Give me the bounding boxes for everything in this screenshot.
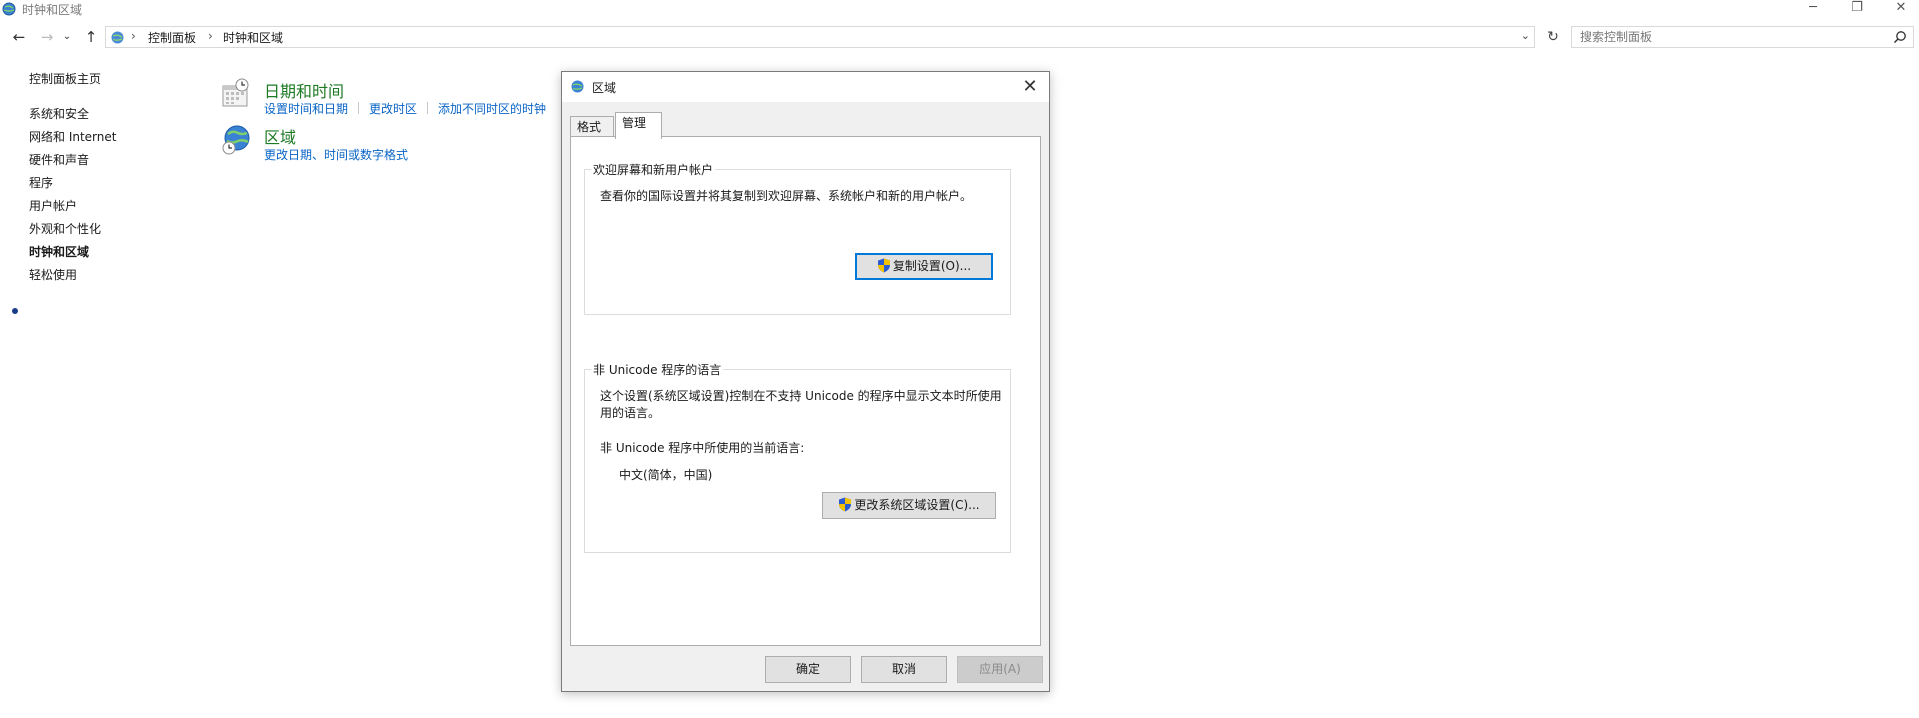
recent-locations-button[interactable]: ⌄: [60, 27, 74, 47]
refresh-button[interactable]: ↻: [1543, 27, 1563, 47]
link-change-formats[interactable]: 更改日期、时间或数字格式: [264, 148, 408, 162]
dialog-title-bar: 区域 ✕: [562, 72, 1049, 102]
globe-icon: [571, 80, 584, 93]
apply-button[interactable]: 应用(A): [957, 656, 1043, 683]
change-system-locale-label: 更改系统区域设置(C)...: [854, 498, 980, 512]
nav-item-programs[interactable]: 程序: [29, 174, 53, 191]
tab-formats[interactable]: 格式: [570, 116, 614, 137]
current-language-label: 非 Unicode 程序中所使用的当前语言:: [600, 441, 805, 455]
uac-shield-icon: [839, 497, 852, 512]
link-add-clocks[interactable]: 添加不同时区的时钟: [438, 102, 546, 116]
group-title-welcome: 欢迎屏幕和新用户帐户: [591, 161, 716, 178]
breadcrumb-control-panel[interactable]: 控制面板: [148, 29, 196, 46]
welcome-description: 查看你的国际设置并将其复制到欢迎屏幕、系统帐户和新的用户帐户。: [600, 189, 973, 203]
chevron-down-icon[interactable]: ⌄: [1521, 29, 1530, 42]
tab-panel-administrative: 欢迎屏幕和新用户帐户 查看你的国际设置并将其复制到欢迎屏幕、系统帐户和新的用户帐…: [570, 136, 1041, 646]
group-title-non-unicode: 非 Unicode 程序的语言: [591, 361, 724, 378]
back-button[interactable]: ←: [8, 27, 30, 47]
category-links: 更改日期、时间或数字格式: [264, 146, 408, 163]
link-divider: [358, 102, 360, 114]
current-item-bullet: [12, 308, 18, 314]
non-unicode-group: 非 Unicode 程序的语言 这个设置(系统区域设置)控制在不支持 Unico…: [584, 361, 1011, 553]
copy-settings-button[interactable]: 复制设置(O)...: [855, 253, 993, 280]
control-panel-home-link[interactable]: 控制面板主页: [29, 70, 101, 87]
maximize-button[interactable]: ❐: [1834, 0, 1880, 18]
clock-globe-icon: [2, 2, 16, 16]
dialog-close-button[interactable]: ✕: [1017, 74, 1043, 100]
non-unicode-description-line2: 用的语言。: [600, 406, 661, 420]
forward-button[interactable]: →: [36, 27, 58, 47]
link-divider: [427, 102, 429, 114]
ok-button[interactable]: 确定: [765, 656, 851, 683]
breadcrumb-clock-region[interactable]: 时钟和区域: [223, 29, 283, 46]
category-links: 设置时间和日期 更改时区 添加不同时区的时钟: [264, 100, 546, 117]
current-language-value: 中文(简体，中国): [619, 468, 713, 482]
cancel-button[interactable]: 取消: [861, 656, 947, 683]
search-icon[interactable]: [1893, 30, 1907, 44]
dialog-title: 区域: [592, 81, 617, 95]
category-title-region[interactable]: 区域: [264, 124, 296, 148]
address-bar[interactable]: › 控制面板 › 时钟和区域 ⌄: [105, 26, 1535, 48]
non-unicode-description-line1: 这个设置(系统区域设置)控制在不支持 Unicode 的程序中显示文本时所使用: [600, 389, 1002, 403]
search-input[interactable]: [1572, 27, 1882, 47]
minimize-button[interactable]: ─: [1790, 0, 1836, 18]
title-bar: 时钟和区域 ─ ❐ ✕: [0, 0, 1919, 18]
copy-settings-label: 复制设置(O)...: [892, 259, 972, 273]
search-box[interactable]: [1571, 26, 1914, 48]
window-title: 时钟和区域: [22, 3, 83, 17]
nav-item-system-security[interactable]: 系统和安全: [29, 105, 89, 122]
uac-shield-icon: [877, 258, 890, 273]
nav-item-clock-region[interactable]: 时钟和区域: [29, 243, 89, 260]
nav-item-ease-of-access[interactable]: 轻松使用: [29, 266, 77, 283]
region-dialog: 区域 ✕ 格式 管理 欢迎屏幕和新用户帐户 查看你的国际设置并将其复制到欢迎屏幕…: [561, 71, 1050, 692]
link-change-timezone[interactable]: 更改时区: [369, 102, 417, 116]
address-row: ← → ⌄ ↑ › 控制面板 › 时钟和区域 ⌄ ↻: [0, 24, 1919, 50]
calendar-clock-icon[interactable]: [220, 78, 252, 110]
category-title-date-time[interactable]: 日期和时间: [264, 78, 344, 102]
up-button[interactable]: ↑: [80, 27, 102, 47]
nav-item-user-accounts[interactable]: 用户帐户: [29, 197, 77, 214]
tab-administrative[interactable]: 管理: [615, 112, 662, 139]
nav-item-network-internet[interactable]: 网络和 Internet: [29, 128, 116, 145]
change-system-locale-button[interactable]: 更改系统区域设置(C)...: [822, 492, 996, 519]
breadcrumb-separator: ›: [208, 29, 213, 43]
link-set-time-date[interactable]: 设置时间和日期: [264, 102, 348, 116]
welcome-screen-group: 欢迎屏幕和新用户帐户 查看你的国际设置并将其复制到欢迎屏幕、系统帐户和新的用户帐…: [584, 161, 1011, 315]
nav-item-hardware-sound[interactable]: 硬件和声音: [29, 151, 89, 168]
control-panel-icon: [111, 31, 124, 44]
breadcrumb-separator: ›: [131, 29, 136, 43]
globe-clock-icon[interactable]: [220, 124, 252, 156]
nav-item-appearance[interactable]: 外观和个性化: [29, 220, 101, 237]
close-window-button[interactable]: ✕: [1878, 0, 1919, 18]
